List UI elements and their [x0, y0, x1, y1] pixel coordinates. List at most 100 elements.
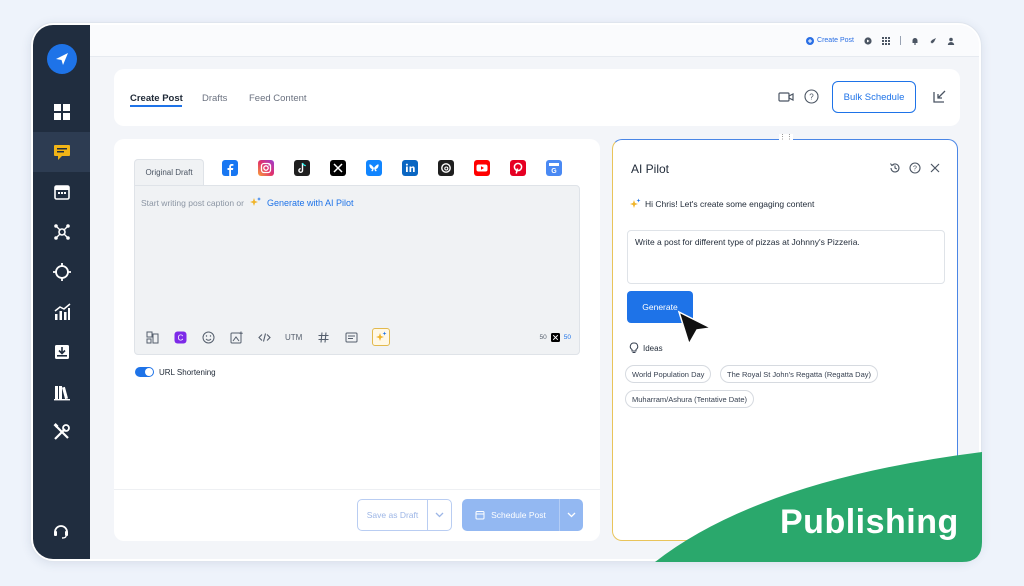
templates-icon[interactable]: [145, 330, 159, 344]
chevron-down-icon[interactable]: [427, 500, 451, 530]
sparkle-icon: [250, 197, 261, 206]
headset-icon[interactable]: [51, 521, 71, 541]
emoji-icon[interactable]: [201, 330, 215, 344]
video-icon[interactable]: [778, 91, 794, 103]
url-shortening-label: URL Shortening: [159, 367, 216, 377]
rocket-icon[interactable]: [929, 37, 937, 45]
sparkle-icon: [376, 331, 387, 341]
generate-with-ai-link[interactable]: Generate with AI Pilot: [267, 198, 354, 208]
threads-icon[interactable]: [438, 160, 454, 176]
editor-toolbar: C UTM 50 50: [145, 328, 571, 346]
svg-text:?: ?: [913, 166, 917, 173]
sidebar-item-analytics[interactable]: [33, 292, 90, 332]
sidebar-item-inbox[interactable]: [33, 332, 90, 372]
collapse-icon[interactable]: [932, 89, 947, 104]
history-icon[interactable]: [889, 162, 901, 174]
original-draft-label: Original Draft: [145, 168, 193, 177]
schedule-post-button[interactable]: Schedule Post: [462, 499, 583, 531]
canva-icon[interactable]: C: [173, 330, 187, 344]
dashboard-icon: [53, 104, 70, 120]
sidebar-item-calendar[interactable]: [33, 172, 90, 212]
tab-bar: Create Post Drafts Feed Content ? Bulk S…: [114, 69, 960, 126]
url-shortening-row: URL Shortening: [135, 367, 216, 377]
save-as-draft-button[interactable]: Save as Draft: [357, 499, 452, 531]
calendar-icon: [475, 511, 485, 520]
create-post-label: Create Post: [817, 37, 854, 44]
logo-icon[interactable]: [46, 44, 77, 74]
idea-chip[interactable]: Muharram/Ashura (Tentative Date): [625, 390, 755, 408]
sidebar-item-library[interactable]: [33, 372, 90, 412]
plus-circle-icon: [806, 36, 815, 45]
library-icon: [53, 386, 70, 401]
publishing-banner-text: Publishing: [780, 503, 959, 541]
divider: [900, 36, 901, 45]
sidebar: [33, 25, 90, 559]
schedule-post-label: Schedule Post: [491, 510, 546, 520]
top-bar: Create Post: [90, 25, 979, 57]
sidebar-item-publishing[interactable]: [33, 132, 90, 172]
app-window: Create Post Create Post Drafts Feed Cont…: [33, 25, 979, 559]
linkedin-icon[interactable]: [402, 160, 418, 176]
lightbulb-icon: [629, 342, 639, 353]
bluesky-icon[interactable]: [366, 160, 382, 176]
caption-editor[interactable]: Start writing post caption or Generate w…: [134, 185, 580, 355]
sparkle-icon: [630, 198, 641, 208]
ai-pilot-panel: ⋮⋮ AI Pilot ? Hi Chris! Let's create som…: [612, 134, 958, 541]
calendar-icon: [53, 185, 70, 200]
chevron-down-icon[interactable]: [559, 499, 583, 531]
cursor-arrow-icon: [677, 310, 714, 346]
ideas-label: Ideas: [643, 343, 663, 353]
x-twitter-icon[interactable]: [330, 160, 346, 176]
sidebar-item-tools[interactable]: [33, 412, 90, 452]
x-twitter-icon: [550, 332, 560, 342]
pinterest-icon[interactable]: [510, 160, 526, 176]
apps-grid-icon[interactable]: [882, 36, 890, 45]
help-icon[interactable]: ?: [909, 162, 921, 174]
close-icon[interactable]: [929, 162, 941, 174]
bell-icon[interactable]: [911, 37, 919, 45]
post-editor-panel: Original Draft G Start writing post capt…: [114, 139, 600, 541]
code-icon[interactable]: [257, 330, 271, 344]
tab-drafts[interactable]: Drafts: [202, 93, 227, 104]
tab-create-post[interactable]: Create Post: [130, 93, 183, 104]
count-left: 50: [539, 333, 547, 341]
instagram-icon[interactable]: [258, 160, 274, 176]
idea-chip[interactable]: World Population Day: [625, 365, 712, 383]
facebook-icon[interactable]: [222, 160, 238, 176]
drag-handle-icon[interactable]: ⋮⋮: [779, 134, 793, 142]
media-upload-icon[interactable]: [229, 330, 243, 344]
footer-divider: [114, 489, 600, 490]
character-count: 50 50: [539, 332, 571, 342]
bulk-schedule-button[interactable]: Bulk Schedule: [832, 81, 916, 113]
ai-assist-button[interactable]: [372, 328, 391, 346]
play-circle-icon[interactable]: [864, 36, 872, 45]
user-icon[interactable]: [947, 37, 955, 45]
idea-chip[interactable]: The Royal St John's Regatta (Regatta Day…: [720, 365, 879, 383]
sidebar-item-listening[interactable]: [33, 252, 90, 292]
publishing-icon: [53, 145, 70, 160]
youtube-icon[interactable]: [474, 160, 490, 176]
tiktok-icon[interactable]: [294, 160, 310, 176]
create-post-link[interactable]: Create Post: [806, 36, 854, 45]
url-shortening-toggle[interactable]: [135, 367, 154, 377]
sidebar-item-engagement[interactable]: [33, 212, 90, 252]
saved-captions-icon[interactable]: [344, 330, 358, 344]
tools-icon: [53, 423, 70, 440]
active-tab-indicator: [130, 105, 182, 107]
hashtag-icon[interactable]: [316, 330, 330, 344]
utm-button[interactable]: UTM: [285, 333, 302, 342]
original-draft-tab[interactable]: Original Draft: [134, 159, 204, 185]
help-icon[interactable]: ?: [804, 89, 819, 104]
ai-pilot-title: AI Pilot: [631, 162, 670, 176]
caption-placeholder: Start writing post caption or: [141, 197, 244, 208]
tab-feed-content[interactable]: Feed Content: [249, 93, 307, 104]
svg-text:?: ?: [809, 93, 814, 102]
network-icon: [53, 224, 70, 240]
save-as-draft-label: Save as Draft: [366, 510, 419, 520]
analytics-icon: [54, 303, 70, 320]
greeting-text: Hi Chris! Let's create some engaging con…: [645, 199, 815, 209]
svg-text:G: G: [551, 168, 557, 175]
sidebar-item-dashboard[interactable]: [33, 92, 90, 132]
prompt-input[interactable]: Write a post for different type of pizza…: [627, 230, 945, 284]
google-business-icon[interactable]: G: [546, 160, 562, 176]
